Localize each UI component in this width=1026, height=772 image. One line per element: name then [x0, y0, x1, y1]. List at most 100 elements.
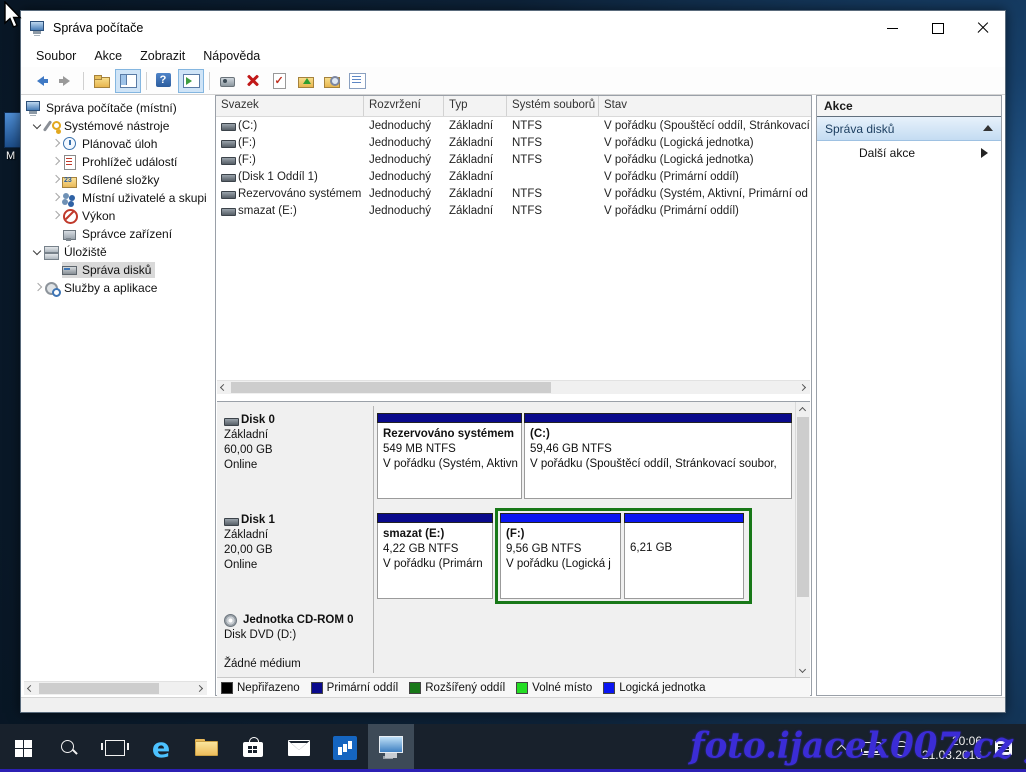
back-button[interactable]	[28, 70, 52, 92]
disk1-label[interactable]: Disk 1 Základní 20,00 GB Online	[217, 506, 374, 606]
store-button[interactable]	[230, 724, 276, 772]
tree-item-systemove-nastroje[interactable]: Systémové nástroje	[32, 117, 207, 135]
volume-row-c[interactable]: (C:) Jednoduchý Základní NTFS V pořádku …	[216, 117, 811, 134]
partition-smazat[interactable]: smazat (E:) 4,22 GB NTFS V pořádku (Prim…	[377, 513, 493, 599]
scroll-left-arrow-icon[interactable]	[217, 381, 230, 394]
column-header-stav[interactable]: Stav	[599, 96, 811, 116]
folder-search-button[interactable]	[319, 70, 343, 92]
scroll-right-arrow-icon[interactable]	[194, 682, 207, 695]
tree-item-mistni-uzivatele[interactable]: Místní uživatelé a skupiny	[50, 189, 207, 207]
volume-list-header: Svazek Rozvržení Typ Systém souborů Stav	[216, 96, 811, 117]
tree-item-vykon[interactable]: Výkon	[50, 207, 207, 225]
chevron-right-icon[interactable]	[50, 210, 62, 222]
disk0-label[interactable]: Disk 0 Základní 60,00 GB Online	[217, 406, 374, 506]
primary-partition-bar	[377, 513, 493, 523]
disk-kind: Základní	[224, 528, 373, 543]
actions-header: Akce	[817, 96, 1001, 117]
volume-icon	[221, 189, 236, 199]
volume-list-horizontal-scrollbar[interactable]	[217, 380, 810, 394]
minimize-button[interactable]	[870, 11, 915, 45]
chevron-down-icon[interactable]	[32, 246, 44, 258]
actions-group-sprava-disku[interactable]: Správa disků	[817, 117, 1001, 141]
tree-item-planovac-uloh[interactable]: Plánovač úloh	[50, 135, 207, 153]
partition-c[interactable]: (C:) 59,46 GB NTFS V pořádku (Spouštěcí …	[524, 413, 792, 499]
tree-item-uloziste[interactable]: Úložiště	[32, 243, 207, 261]
volume-row-f1[interactable]: (F:) Jednoduchý Základní NTFS V pořádku …	[216, 134, 811, 151]
console-tree-toggle-button[interactable]	[115, 69, 141, 93]
scroll-right-arrow-icon[interactable]	[797, 381, 810, 394]
maximize-button[interactable]	[915, 11, 960, 45]
search-button[interactable]	[46, 724, 92, 772]
volume-fs: NTFS	[507, 205, 599, 217]
volume-row-rezervovano[interactable]: Rezervováno systémem Jednoduchý Základní…	[216, 185, 811, 202]
task-view-button[interactable]	[92, 724, 138, 772]
scrollbar-thumb[interactable]	[39, 683, 159, 694]
desktop-shortcut-label: M	[6, 150, 15, 162]
menu-akce[interactable]: Akce	[85, 47, 131, 65]
chevron-spacer	[50, 228, 62, 240]
volume-row-f2[interactable]: (F:) Jednoduchý Základní NTFS V pořádku …	[216, 151, 811, 168]
column-header-svazek[interactable]: Svazek	[216, 96, 364, 116]
tree-horizontal-scrollbar[interactable]	[24, 681, 207, 695]
tree-item-sprava-disku[interactable]: Správa disků	[50, 261, 207, 279]
volume-row-smazat[interactable]: smazat (E:) Jednoduchý Základní NTFS V p…	[216, 202, 811, 219]
actions-item-dalsi-akce[interactable]: Další akce	[817, 141, 1001, 165]
tree-item-sdilene-slozky[interactable]: Sdílené složky	[50, 171, 207, 189]
volume-fs: NTFS	[507, 188, 599, 200]
file-explorer-button[interactable]	[184, 724, 230, 772]
tree-item-sprava-pocitace[interactable]: Správa počítače (místní)	[26, 99, 207, 117]
scrollbar-thumb[interactable]	[797, 417, 809, 597]
forward-icon	[58, 73, 75, 88]
partition-unnamed[interactable]: 6,21 GB	[624, 513, 744, 599]
collapse-arrow-icon[interactable]	[983, 120, 993, 131]
task-list-button[interactable]	[345, 70, 369, 92]
chevron-right-icon[interactable]	[50, 174, 62, 186]
volume-layout: Jednoduchý	[364, 120, 444, 132]
edge-button[interactable]: e	[138, 724, 184, 772]
disk-size: 60,00 GB	[224, 443, 373, 458]
volume-row-disk1-oddil1[interactable]: (Disk 1 Oddíl 1) Jednoduchý Základní V p…	[216, 168, 811, 185]
volume-type: Základní	[444, 120, 507, 132]
chevron-right-icon[interactable]	[50, 138, 62, 150]
desktop-shortcut-icon[interactable]	[4, 112, 21, 148]
computer-management-taskbar-button[interactable]	[368, 724, 414, 772]
legend-item-rozsireny: Rozšířený oddíl	[409, 682, 505, 694]
partition-f[interactable]: (F:) 9,56 GB NTFS V pořádku (Logická j	[500, 513, 621, 599]
scroll-down-arrow-icon[interactable]	[796, 664, 809, 677]
mail-button[interactable]	[276, 724, 322, 772]
chevron-right-icon[interactable]	[50, 156, 62, 168]
validate-doc-icon	[271, 73, 288, 88]
action-pane-toggle-button[interactable]	[178, 69, 204, 93]
menu-soubor[interactable]: Soubor	[27, 47, 85, 65]
scrollbar-thumb[interactable]	[231, 382, 551, 393]
menu-zobrazit[interactable]: Zobrazit	[131, 47, 194, 65]
snapshot-button[interactable]	[215, 70, 239, 92]
delete-button[interactable]	[241, 70, 265, 92]
tree-item-prohlizec-udalosti[interactable]: Prohlížeč událostí	[50, 153, 207, 171]
disk-view-vertical-scrollbar[interactable]	[795, 402, 810, 678]
forward-button[interactable]	[54, 70, 78, 92]
menu-napoveda[interactable]: Nápověda	[194, 47, 269, 65]
scroll-up-arrow-icon[interactable]	[796, 403, 809, 416]
volume-name: (F:)	[238, 137, 256, 149]
help-button[interactable]	[152, 70, 176, 92]
title-bar[interactable]: Správa počítače	[21, 11, 1005, 45]
open-folder-button[interactable]	[89, 70, 113, 92]
partition-rezervovano[interactable]: Rezervováno systémem 549 MB NTFS V pořád…	[377, 413, 522, 499]
column-header-system-souboru[interactable]: Systém souborů	[507, 96, 599, 116]
scroll-left-arrow-icon[interactable]	[24, 682, 37, 695]
chevron-right-icon[interactable]	[50, 192, 62, 204]
validate-doc-button[interactable]	[267, 70, 291, 92]
task-view-icon	[105, 740, 125, 756]
column-header-rozvrzeni[interactable]: Rozvržení	[364, 96, 444, 116]
cdrom-label[interactable]: Jednotka CD-ROM 0 Disk DVD (D:) Žádné mé…	[217, 606, 374, 673]
close-button[interactable]	[960, 11, 1005, 45]
money-app-button[interactable]	[322, 724, 368, 772]
tree-item-spravce-zarizeni[interactable]: Správce zařízení	[50, 225, 207, 243]
disk-size: 20,00 GB	[224, 543, 373, 558]
folder-up-button[interactable]	[293, 70, 317, 92]
chevron-right-icon[interactable]	[32, 282, 44, 294]
start-button[interactable]	[0, 724, 46, 772]
column-header-typ[interactable]: Typ	[444, 96, 507, 116]
tree-item-sluzby-aplikace[interactable]: Služby a aplikace	[32, 279, 207, 297]
